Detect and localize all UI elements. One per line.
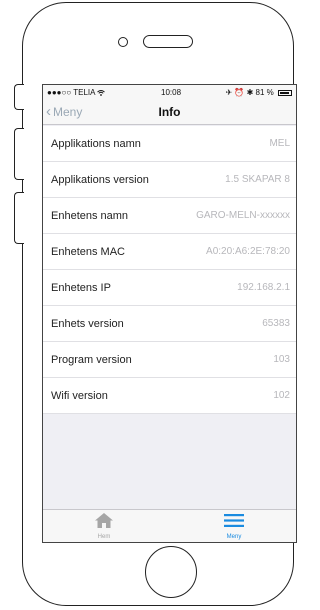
battery-icon [278,89,292,96]
row-value: A0:20:A6:2E:78:20 [206,246,290,257]
info-row-app-name: Applikations namn MEL [43,126,296,162]
info-row-device-ip: Enhetens IP 192.168.2.1 [43,270,296,306]
status-indicators: ✈ ⏰ ✱ 81 % [225,88,292,97]
home-icon [95,513,113,528]
carrier-label: ●●●○○ TELIA [47,88,96,97]
row-label: Enhetens namn [51,209,129,222]
row-label: Applikations namn [51,137,141,150]
row-label: Program version [51,353,132,366]
volume-up-button [14,128,24,180]
info-row-device-version: Enhets version 65383 [43,306,296,342]
silent-switch [14,84,24,110]
status-bar: ●●●○○ TELIA 10:08 ✈ ⏰ ✱ 81 % [43,85,296,99]
info-row-app-version: Applikations version 1.5 SKAPAR 8 [43,162,296,198]
info-row-device-name: Enhetens namn GARO-MELN-xxxxxx [43,198,296,234]
info-row-wifi-version: Wifi version 102 [43,378,296,414]
wifi-icon [97,89,106,96]
row-value: 103 [273,354,290,365]
info-row-program-version: Program version 103 [43,342,296,378]
navigation-bar: ‹ Meny Info [43,99,296,125]
row-value: 65383 [262,318,290,329]
row-value: 192.168.2.1 [237,282,290,293]
status-icons: ✈ ⏰ ✱ [225,88,254,97]
row-value: GARO-MELN-xxxxxx [196,210,290,221]
carrier-signal: ●●●○○ TELIA [47,88,106,97]
tab-home[interactable]: Hem [79,513,129,540]
tab-menu-label: Meny [226,534,242,540]
row-label: Enhetens MAC [51,245,125,258]
screen: ●●●○○ TELIA 10:08 ✈ ⏰ ✱ 81 % ‹ Meny Info… [42,84,297,543]
home-button[interactable] [145,546,197,598]
info-row-device-mac: Enhetens MAC A0:20:A6:2E:78:20 [43,234,296,270]
row-label: Applikations version [51,173,149,186]
row-label: Enhetens IP [51,281,111,294]
row-value: 1.5 SKAPAR 8 [225,174,290,185]
earpiece-speaker [143,35,193,48]
info-list: Applikations namn MEL Applikations versi… [43,126,296,414]
tab-bar: Hem Meny [43,509,296,542]
front-camera [118,37,128,47]
status-time: 10:08 [161,88,182,97]
tab-menu[interactable]: Meny [209,513,259,540]
row-value: 102 [273,390,290,401]
volume-down-button [14,192,24,244]
menu-icon [224,514,244,527]
row-value: MEL [269,138,290,149]
tab-home-label: Hem [97,534,111,540]
row-label: Wifi version [51,389,108,402]
page-title: Info [158,105,181,119]
row-label: Enhets version [51,317,124,330]
battery-percent: 81 % [255,88,274,97]
